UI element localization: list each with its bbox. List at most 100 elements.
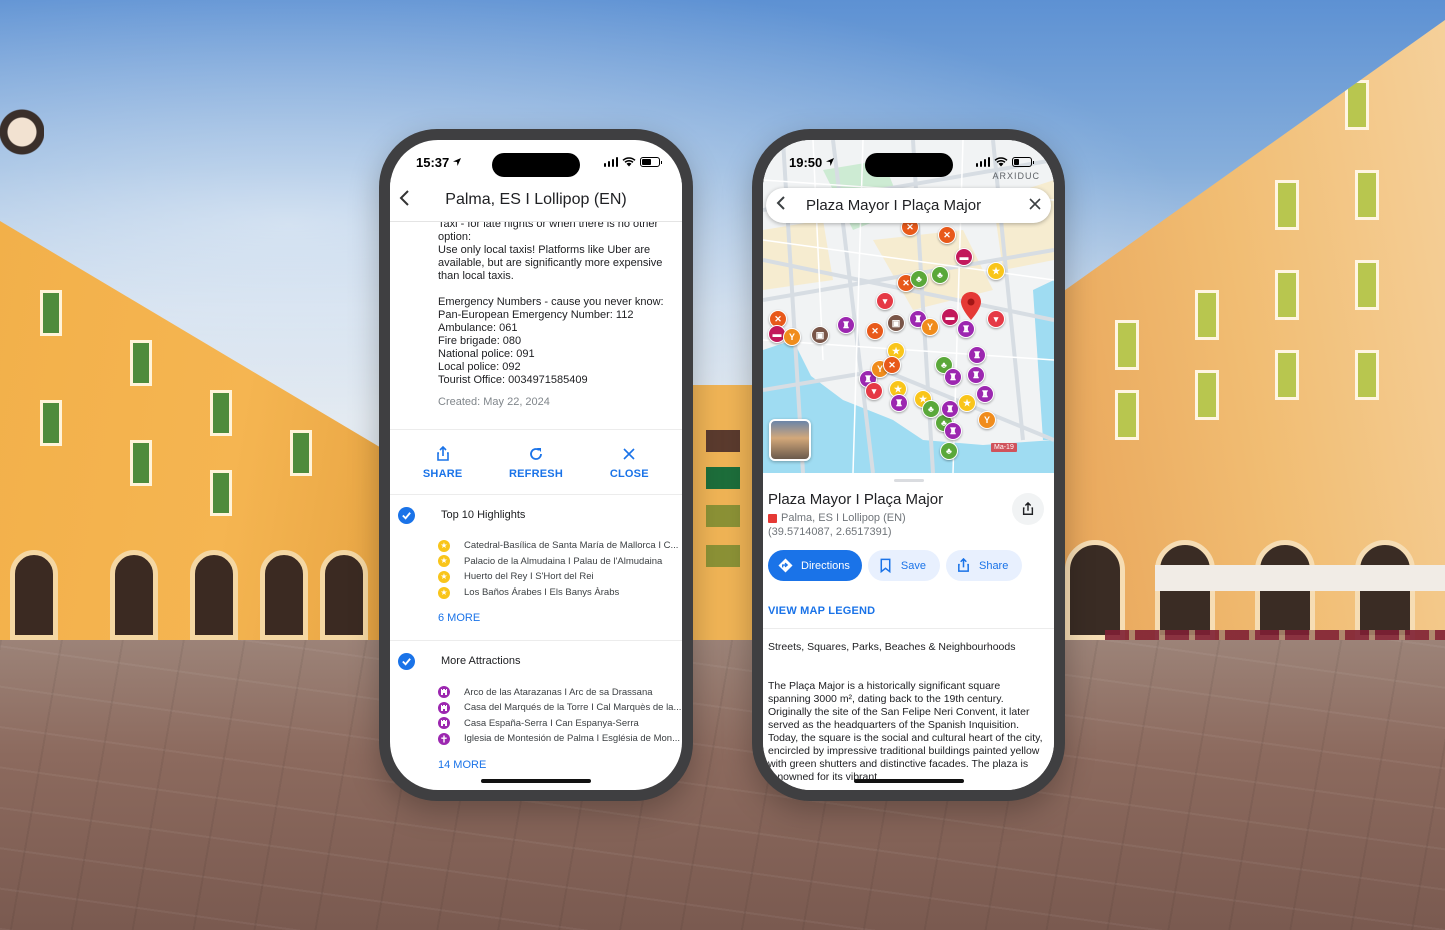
cafe-pin-icon[interactable]: ▬ xyxy=(955,248,973,266)
map-view[interactable]: ARXIDUC Plaza Mayor I Plaça Major ✕ ✕ ▬ ★ ✕ ♣… xyxy=(763,140,1054,473)
star-icon: ★ xyxy=(438,570,450,583)
church-icon xyxy=(438,732,450,745)
directions-button[interactable]: Directions xyxy=(768,550,862,581)
list-item[interactable]: ★ Palacio de la Almudaina I Palau de l'Al… xyxy=(438,554,682,570)
section-checkbox[interactable] xyxy=(398,652,415,670)
share-icon xyxy=(958,558,969,572)
bar-pin-icon[interactable]: Y xyxy=(978,411,996,429)
home-indicator[interactable] xyxy=(481,779,591,783)
home-indicator[interactable] xyxy=(853,779,964,783)
status-time: 15:37 xyxy=(416,154,450,170)
show-more-link[interactable]: 6 MORE xyxy=(390,612,682,624)
save-button[interactable]: Save xyxy=(867,550,940,581)
star-icon: ★ xyxy=(438,555,450,568)
list-item[interactable]: Arco de las Atarazanas I Arc de sa Drass… xyxy=(438,684,682,700)
castle-pin-icon[interactable]: ♜ xyxy=(968,346,986,364)
share-icon xyxy=(1022,502,1034,515)
castle-icon xyxy=(438,717,450,730)
bar-pin-icon[interactable]: Y xyxy=(783,328,801,346)
sheet-grabber[interactable] xyxy=(893,479,924,482)
back-button[interactable] xyxy=(398,187,410,213)
list-actions: SHARE REFRESH CLOSE xyxy=(390,430,682,494)
share-button[interactable]: SHARE xyxy=(403,446,483,480)
section-checkbox[interactable] xyxy=(398,506,415,524)
street-lamp xyxy=(0,90,44,210)
list-item[interactable]: Casa del Marqués de la Torre I Cal Marqu… xyxy=(438,700,682,716)
castle-pin-icon[interactable]: ♜ xyxy=(957,320,975,338)
park-pin-icon[interactable]: ♣ xyxy=(940,442,958,460)
star-pin-icon[interactable]: ★ xyxy=(958,394,976,412)
phone-screen: 15:37 Palma, ES I Lollipop (EN) Taxi - f… xyxy=(390,140,682,790)
icecream-pin-icon[interactable]: ▾ xyxy=(987,310,1005,328)
clear-search-button[interactable] xyxy=(1029,197,1041,215)
show-more-link[interactable]: 14 MORE xyxy=(390,759,682,771)
list-item[interactable]: ★ Los Baños Árabes I Els Banys Àrabs xyxy=(438,585,682,601)
selected-place-marker[interactable] xyxy=(961,292,981,320)
share-icon xyxy=(436,446,449,461)
castle-pin-icon[interactable]: ♜ xyxy=(890,394,908,412)
castle-pin-icon[interactable]: ♜ xyxy=(944,368,962,386)
phone-map-view: 19:50 ARXIDUC Plaza Mayor I Plaça Major … xyxy=(752,129,1065,801)
place-description: The Plaça Major is a historically signif… xyxy=(768,680,1043,783)
back-button[interactable] xyxy=(776,195,798,216)
list-item[interactable]: ★ Huerto del Rey I S'Hort del Rei xyxy=(438,569,682,585)
list-body[interactable]: Taxi - for late nights or when there is … xyxy=(390,220,682,790)
restaurant-pin-icon[interactable]: ✕ xyxy=(938,226,956,244)
signal-icon xyxy=(975,157,990,167)
checkmark-icon xyxy=(402,658,411,666)
place-sheet: Plaza Mayor I Plaça Major Palma, ES I Lo… xyxy=(763,473,1054,790)
list-item[interactable]: Iglesia de Montesión de Palma I Església… xyxy=(438,731,682,747)
icecream-pin-icon[interactable]: ▾ xyxy=(865,382,883,400)
castle-icon xyxy=(438,701,450,714)
close-button[interactable]: CLOSE xyxy=(589,446,669,480)
list-header: Palma, ES I Lollipop (EN) xyxy=(390,178,682,222)
battery-icon xyxy=(1012,157,1034,167)
search-bar[interactable]: Plaza Mayor I Plaça Major xyxy=(766,188,1051,223)
restaurant-pin-icon[interactable]: ✕ xyxy=(866,322,884,340)
close-icon xyxy=(623,448,635,460)
location-arrow-icon xyxy=(453,158,462,166)
place-coordinates: (39.5714087, 2.6517391) xyxy=(768,526,892,538)
share-button[interactable]: Share xyxy=(945,550,1023,581)
castle-pin-icon[interactable]: ♜ xyxy=(967,366,985,384)
park-pin-icon[interactable]: ♣ xyxy=(931,266,949,284)
place-title: Plaza Mayor I Plaça Major xyxy=(768,491,944,508)
phone-screen: 19:50 ARXIDUC Plaza Mayor I Plaça Major … xyxy=(763,140,1054,790)
status-time: 19:50 xyxy=(789,154,823,170)
castle-pin-icon[interactable]: ♜ xyxy=(944,422,962,440)
section-title: More Attractions xyxy=(441,655,521,668)
chevron-left-icon xyxy=(776,196,785,210)
park-pin-icon[interactable]: ♣ xyxy=(910,270,928,288)
bar-pin-icon[interactable]: Y xyxy=(921,318,939,336)
dynamic-island xyxy=(492,153,580,177)
park-pin-icon[interactable]: ♣ xyxy=(922,400,940,418)
castle-icon xyxy=(438,686,450,699)
museum-pin-icon[interactable]: ▣ xyxy=(887,314,905,332)
list-item[interactable]: ★ Catedral-Basílica de Santa María de Mal… xyxy=(438,538,682,554)
close-icon xyxy=(1029,197,1041,210)
phone-list-view: 15:37 Palma, ES I Lollipop (EN) Taxi - f… xyxy=(379,129,693,801)
street-view-thumbnail[interactable] xyxy=(769,419,811,461)
icecream-pin-icon[interactable]: ▾ xyxy=(876,292,894,310)
section-title: Top 10 Highlights xyxy=(441,509,526,521)
list-title: Palma, ES I Lollipop (EN) xyxy=(445,190,627,208)
list-name[interactable]: Palma, ES I Lollipop (EN) xyxy=(781,512,906,524)
list-item[interactable]: Casa España-Serra I Can Espanya-Serra xyxy=(438,716,682,732)
section-top-highlights: Top 10 Highlights ★ Catedral-Basílica de … xyxy=(390,495,682,634)
share-place-button[interactable] xyxy=(1012,493,1044,525)
road-label: Ma-19 xyxy=(991,443,1017,452)
castle-pin-icon[interactable]: ♜ xyxy=(941,400,959,418)
restaurant-pin-icon[interactable]: ✕ xyxy=(883,356,901,374)
wifi-icon xyxy=(622,157,636,167)
star-pin-icon[interactable]: ★ xyxy=(987,262,1005,280)
museum-pin-icon[interactable]: ▣ xyxy=(811,326,829,344)
location-arrow-icon xyxy=(826,158,835,166)
star-icon: ★ xyxy=(438,586,450,599)
castle-pin-icon[interactable]: ♜ xyxy=(837,316,855,334)
building-middle xyxy=(692,385,752,645)
cafe-pin-icon[interactable]: ▬ xyxy=(941,308,959,326)
view-map-legend-link[interactable]: VIEW MAP LEGEND xyxy=(768,605,1054,617)
search-input[interactable]: Plaza Mayor I Plaça Major xyxy=(806,197,1029,214)
refresh-button[interactable]: REFRESH xyxy=(496,446,576,480)
castle-pin-icon[interactable]: ♜ xyxy=(976,385,994,403)
